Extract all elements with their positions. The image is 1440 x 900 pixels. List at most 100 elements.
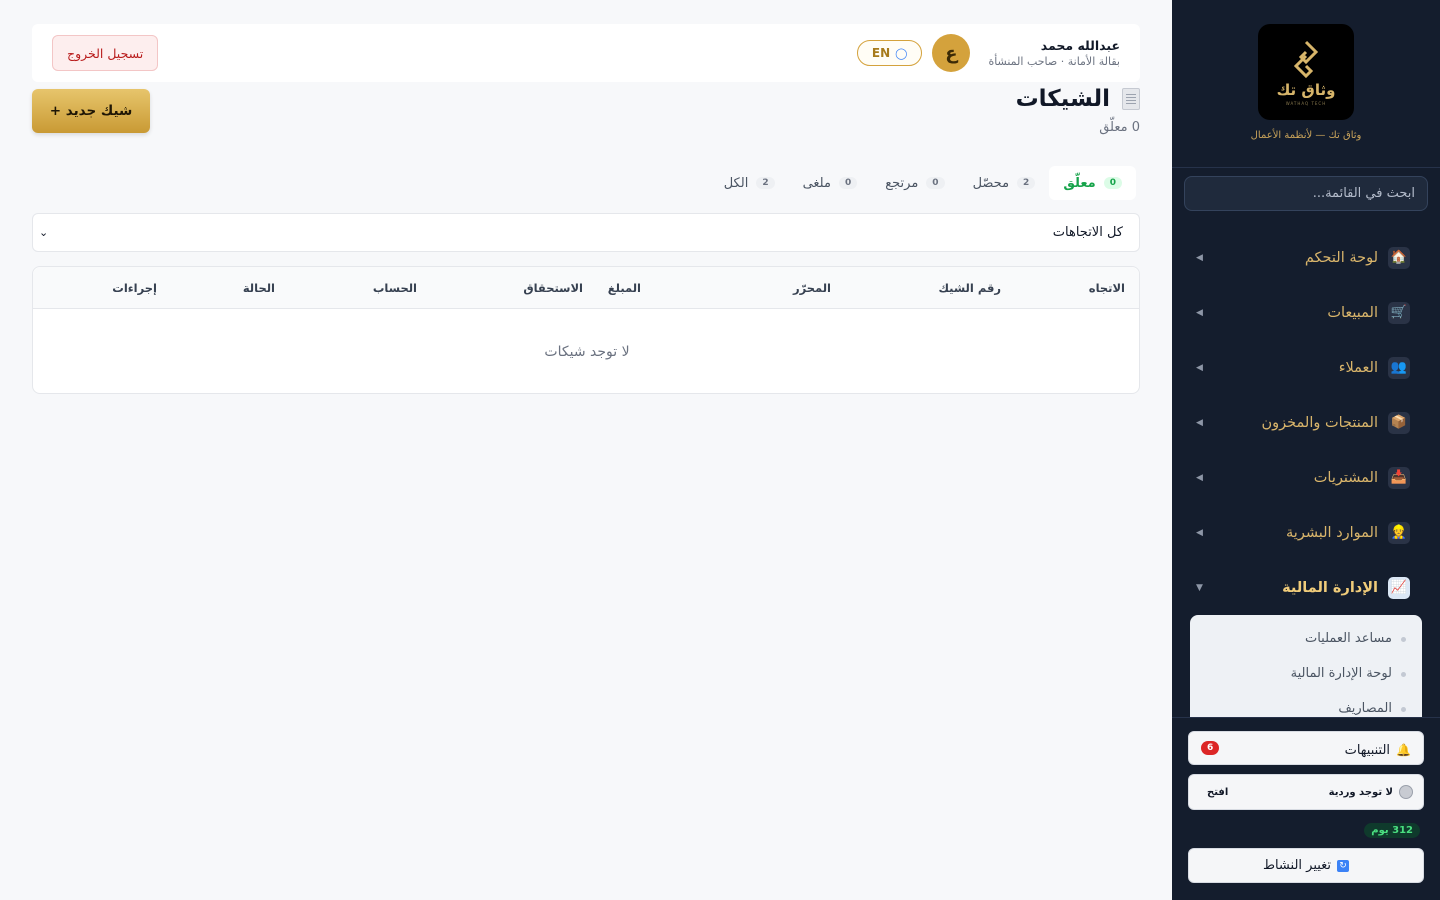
person-icon: 👷 [1388,521,1410,544]
tab-cancelled[interactable]: ملغى 0 [789,166,872,200]
direction-filter-select[interactable]: كل الاتجاهات ⌄ [32,213,1140,252]
table-header: الاتجاه رقم الشيك المحرّر المبلغ الاستحق… [33,267,1139,309]
sidebar-footer: 🔔التنبيهات 6 لا توجد وردية افتح 312 يوم … [1172,717,1440,900]
change-activity-button[interactable]: ↻ تغيير النشاط [1188,848,1424,883]
tab-pending[interactable]: معلّق 0 [1049,166,1136,200]
inbox-icon: 📥 [1388,466,1410,489]
nav-label: العملاء [1338,359,1378,376]
column-account[interactable]: الحساب [373,281,417,295]
tab-count: 0 [926,177,945,189]
change-activity-label: تغيير النشاط [1262,858,1332,873]
submenu-item-operations-assistant[interactable]: مساعد العمليات [1190,621,1422,656]
nav-label: المبيعات [1327,304,1378,321]
caret-down-icon: ▼ [1196,582,1203,593]
globe-icon: ◯ [895,46,908,60]
language-label: EN [871,46,891,60]
tab-label: ملغى [802,175,831,191]
sidebar-nav: 🏠 لوحة التحكم ◀ 🛒 المبيعات ◀ 👥 العملاء ◀… [1172,230,1440,615]
column-due-date[interactable]: الاستحقاق [523,281,583,295]
alerts-label-wrap: 🔔 التنبيهات [1345,739,1411,758]
status-tabs: معلّق 0 محصّل 2 مرتجع 0 ملغى 0 الكل 2 [710,166,1136,200]
page-header: الشيكات 0 معلّق [1016,86,1140,135]
column-check-number[interactable]: رقم الشيك [938,281,1001,295]
tab-count: 2 [756,177,775,189]
alerts-button[interactable]: 🔔 التنبيهات 6 [1188,731,1424,765]
days-remaining-badge: 312 يوم [1364,823,1420,838]
caret-left-icon: ◀ [1196,527,1203,538]
tab-count: 2 [1017,177,1036,189]
tab-returned[interactable]: مرتجع 0 [871,166,958,200]
page-title-text: الشيكات [1015,86,1110,112]
language-toggle[interactable]: EN ◯ [856,40,923,66]
column-amount[interactable]: المبلغ [608,281,641,295]
submenu-item-finance-dashboard[interactable]: لوحة الإدارة المالية [1190,656,1422,691]
top-bar: تسجيل الخروج EN ◯ ع عبدالله محمد بقالة ا… [32,24,1140,82]
user-info: عبدالله محمد بقالة الأمانة · صاحب المنشأ… [988,38,1120,68]
caret-left-icon: ◀ [1196,472,1203,483]
caret-left-icon: ◀ [1196,307,1203,318]
empty-state: لا توجد شيكات [544,344,630,360]
alerts-count-badge: 6 [1201,741,1220,755]
nav-label: الموارد البشرية [1286,524,1378,541]
tab-collected[interactable]: محصّل 2 [959,166,1050,200]
caret-left-icon: ◀ [1196,252,1203,263]
tab-label: محصّل [972,175,1010,191]
brand-tagline: وثاق تك — لأنظمة الأعمال [1250,130,1362,141]
chevron-down-icon: ⌄ [39,226,49,239]
logo-mark-icon [1293,40,1319,78]
shift-status-icon [1399,785,1413,799]
house-icon: 🏠 [1388,246,1410,269]
column-direction[interactable]: الاتجاه [1089,281,1125,295]
alerts-label: التنبيهات [1344,742,1391,758]
page-subtitle: 0 معلّق [1099,120,1140,135]
finance-submenu: مساعد العمليات لوحة الإدارة المالية المص… [1190,615,1422,717]
nav-label: المنتجات والمخزون [1261,414,1378,431]
user-name: عبدالله محمد [1040,38,1120,53]
shift-status-text: لا توجد وردية [1328,786,1393,798]
nav-label: الإدارة المالية [1282,579,1378,596]
logo[interactable]: وثاق تك WATHAQ TECH [1258,24,1354,120]
sidebar-item-finance[interactable]: 📈 الإدارة المالية ▼ [1172,560,1440,615]
caret-left-icon: ◀ [1196,362,1203,373]
filter-value: كل الاتجاهات [1052,225,1123,240]
avatar[interactable]: ع [932,34,971,72]
cart-icon: 🛒 [1388,301,1410,324]
user-role: بقالة الأمانة · صاحب المنشأة [988,55,1120,68]
submenu-item-expenses[interactable]: المصاريف [1190,691,1422,717]
refresh-icon: ↻ [1337,859,1350,872]
sidebar-item-sales[interactable]: 🛒 المبيعات ◀ [1172,285,1440,340]
checks-table: الاتجاه رقم الشيك المحرّر المبلغ الاستحق… [32,266,1140,394]
sidebar-search-input[interactable] [1184,176,1428,211]
chart-icon: 📈 [1388,576,1410,599]
sidebar-item-dashboard[interactable]: 🏠 لوحة التحكم ◀ [1172,230,1440,285]
bell-icon: 🔔 [1396,742,1411,757]
shift-panel: لا توجد وردية افتح [1188,774,1424,810]
tab-count: 0 [838,177,858,189]
sidebar-item-products-inventory[interactable]: 📦 المنتجات والمخزون ◀ [1172,395,1440,450]
package-icon: 📦 [1388,411,1410,434]
sidebar-item-hr[interactable]: 👷 الموارد البشرية ◀ [1172,505,1440,560]
brand-block: وثاق تك WATHAQ TECH وثاق تك — لأنظمة الأ… [1172,0,1440,168]
logout-button[interactable]: تسجيل الخروج [52,35,159,71]
tab-all[interactable]: الكل 2 [710,166,789,200]
tab-count: 0 [1103,177,1122,189]
sidebar: وثاق تك WATHAQ TECH وثاق تك — لأنظمة الأ… [1172,0,1440,900]
sidebar-item-purchases[interactable]: 📥 المشتريات ◀ [1172,450,1440,505]
column-actions: إجراءات [112,281,157,295]
document-icon [1122,88,1140,110]
tab-label: معلّق [1063,175,1096,191]
tab-label: الكل [723,175,749,191]
column-status[interactable]: الحالة [243,281,275,295]
nav-label: المشتريات [1313,469,1378,486]
main-content: تسجيل الخروج EN ◯ ع عبدالله محمد بقالة ا… [0,0,1172,900]
users-icon: 👥 [1388,356,1410,379]
nav-label: لوحة التحكم [1304,249,1378,266]
shift-status: لا توجد وردية [1329,785,1413,799]
tab-label: مرتجع [885,175,919,191]
column-drawer[interactable]: المحرّر [793,281,831,295]
open-shift-button[interactable]: افتح [1199,787,1236,798]
caret-left-icon: ◀ [1196,417,1203,428]
new-check-button[interactable]: + شيك جديد [32,89,150,133]
logo-text: وثاق تك [1276,80,1336,99]
sidebar-item-customers[interactable]: 👥 العملاء ◀ [1172,340,1440,395]
